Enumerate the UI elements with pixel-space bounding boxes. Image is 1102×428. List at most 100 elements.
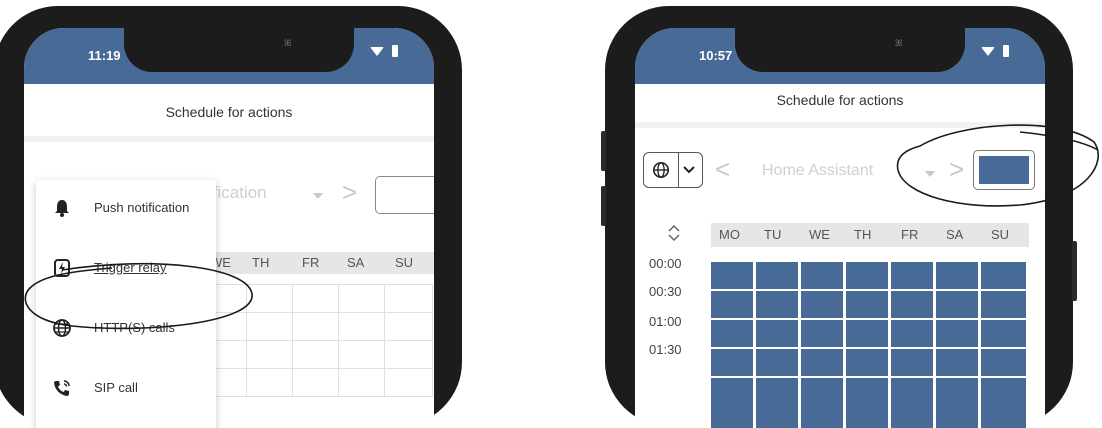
page-title: Schedule for actions [776,92,904,108]
power-button [1072,241,1077,301]
schedule-column[interactable] [711,262,753,428]
action-select-value[interactable]: ification [209,183,267,203]
schedule-column[interactable] [801,262,843,428]
grid-cell[interactable] [385,285,433,313]
battery-icon [392,45,398,57]
time-label: 01:30 [649,342,682,357]
color-picker-box[interactable] [973,150,1035,190]
day-label: FR [302,255,320,270]
schedule-column[interactable] [891,262,933,428]
menu-item-http-calls[interactable]: HTTP(S) calls [36,306,216,352]
header-divider [24,136,434,142]
grid-cell[interactable] [247,285,293,313]
time-label: 00:00 [649,256,682,271]
menu-item-push-notification[interactable]: Push notification [36,186,216,232]
menu-item-label: Push notification [94,200,190,215]
day-label: MO [719,227,740,242]
right-screen: 10:57 ꕤ Schedule for actions < Home Assi… [635,28,1045,428]
volume-down-button [601,186,606,226]
schedule-grid[interactable] [210,284,433,425]
color-picker-box[interactable] [375,176,434,214]
weekday-header: WE TH FR SA SU [210,252,434,274]
status-bar: 11:19 ꕤ [24,28,434,84]
wifi-icon [370,47,384,56]
camera-notch [735,28,965,72]
schedule-grid[interactable] [711,262,1029,428]
grid-cell[interactable] [385,341,433,369]
schedule-column[interactable] [936,262,978,428]
day-label: FR [901,227,919,242]
chevron-right-icon[interactable]: > [949,156,964,182]
camera-notch [124,28,354,72]
sensor-icon: ꕤ [895,38,903,48]
grid-cell[interactable] [385,369,433,397]
action-type-button[interactable] [643,152,703,188]
left-screen: 11:19 ꕤ Schedule for actions ification >… [24,28,434,428]
grid-cell[interactable] [339,285,385,313]
globe-icon [53,319,71,337]
action-select-value[interactable]: Home Assistant [762,162,873,180]
status-bar: 10:57 ꕤ [635,28,1045,84]
grid-cell[interactable] [293,313,339,341]
grid-cell[interactable] [247,313,293,341]
day-label: SU [395,255,414,270]
grid-cell[interactable] [385,313,433,341]
battery-icon [1003,45,1009,57]
grid-row-line [711,289,1029,291]
chevron-down-icon [683,166,695,174]
volume-up-button [601,131,606,171]
grid-cell[interactable] [339,369,385,397]
grid-cell[interactable] [211,313,247,341]
grid-cell[interactable] [247,369,293,397]
schedule-column[interactable] [981,262,1026,428]
status-time: 10:57 [699,48,733,63]
page-title: Schedule for actions [165,104,293,120]
wifi-icon [981,47,995,56]
schedule-column[interactable] [756,262,798,428]
button-divider [678,153,679,187]
left-phone: 11:19 ꕤ Schedule for actions ification >… [0,6,462,428]
globe-icon [652,161,670,179]
relay-icon [54,259,70,277]
day-label: SA [946,227,964,242]
day-label: TH [854,227,872,242]
grid-cell[interactable] [339,341,385,369]
grid-cell[interactable] [211,285,247,313]
sort-icon[interactable] [667,224,681,242]
day-label: WE [809,227,830,242]
grid-cell[interactable] [247,341,293,369]
right-phone: 10:57 ꕤ Schedule for actions < Home Assi… [601,6,1077,428]
day-label: TU [764,227,782,242]
time-label: 00:30 [649,284,682,299]
menu-item-label: HTTP(S) calls [94,320,175,335]
color-swatch [979,156,1029,184]
grid-row-line [711,347,1029,349]
grid-row-line [711,318,1029,320]
grid-cell[interactable] [339,313,385,341]
grid-row-line [711,376,1029,378]
grid-cell[interactable] [211,341,247,369]
grid-cell[interactable] [211,369,247,397]
grid-cell[interactable] [293,285,339,313]
menu-item-trigger-relay[interactable]: Trigger relay [36,246,216,292]
action-type-menu: Push notification Trigger relay HTTP(S) … [36,180,216,428]
menu-item-label: SIP call [94,380,138,395]
weekday-header: MO TU WE TH FR SA SU [711,223,1029,247]
bell-icon [55,200,69,217]
chevron-right-icon[interactable]: > [342,179,357,205]
menu-item-sip-call[interactable]: SIP call [36,366,216,412]
phone-call-icon [54,380,70,396]
chevron-down-icon[interactable] [313,193,323,199]
day-label: TH [252,255,270,270]
day-label: SA [347,255,365,270]
menu-item-label: Trigger relay [94,260,167,275]
sensor-icon: ꕤ [284,38,292,48]
grid-cell[interactable] [293,369,339,397]
chevron-down-icon[interactable] [925,171,935,177]
schedule-column[interactable] [846,262,888,428]
time-label: 01:00 [649,314,682,329]
grid-cell[interactable] [293,341,339,369]
day-label: SU [991,227,1010,242]
status-time: 11:19 [88,48,121,63]
chevron-left-icon[interactable]: < [715,156,730,182]
